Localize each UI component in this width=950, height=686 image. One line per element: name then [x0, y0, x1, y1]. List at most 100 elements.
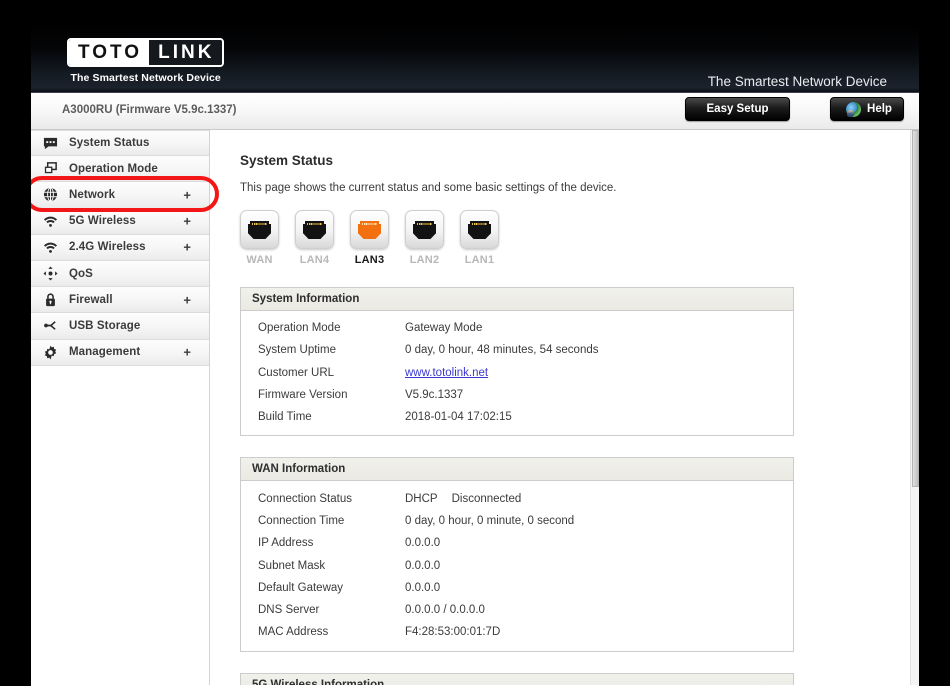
windows-icon	[43, 161, 58, 176]
expand-plus-icon[interactable]: +	[183, 293, 191, 306]
logo-text-link: LINK	[149, 40, 223, 65]
info-row-value: 0.0.0.0	[405, 537, 441, 550]
port-lan3: LAN3	[350, 210, 389, 266]
info-row-value: F4:28:53:00:01:7D	[405, 626, 501, 639]
expand-plus-icon[interactable]: +	[183, 188, 191, 201]
panel-title: WAN Information	[241, 458, 793, 482]
logo-tagline: The Smartest Network Device	[70, 72, 221, 84]
port-label: LAN2	[409, 254, 440, 266]
info-row: Customer URL www.totolink.net	[241, 362, 793, 384]
info-panel-list: System Information Operation Mode Gateway …	[240, 287, 919, 685]
totolink-logo[interactable]: TOTO LINK The Smartest Network Device	[67, 38, 225, 84]
expand-plus-icon[interactable]: +	[183, 346, 191, 359]
sidebar-item-firewall[interactable]: Firewall +	[31, 287, 209, 314]
easy-setup-label: Easy Setup	[706, 103, 769, 115]
easy-setup-button[interactable]: Easy Setup	[685, 97, 790, 121]
rj45-jack-graphic	[413, 220, 436, 239]
port-label: LAN3	[354, 254, 385, 266]
sidebar-item-label: QoS	[69, 267, 93, 280]
panel-5g-wireless-information: 5G Wireless Information	[240, 672, 794, 685]
info-row-value: 2018-01-04 17:02:15	[405, 411, 512, 424]
port-label: LAN4	[299, 254, 330, 266]
device-bar: A3000RU (Firmware V5.9c.1337) Easy Setup…	[31, 93, 919, 130]
main-content: System Status This page shows the curren…	[211, 130, 919, 685]
info-row-label: Customer URL	[258, 366, 335, 379]
gear-icon	[43, 345, 58, 360]
globe-icon	[43, 187, 58, 202]
sidebar-item-label: Network	[69, 188, 116, 201]
rj45-port-icon	[240, 210, 279, 249]
info-row-label: Connection Status	[258, 492, 352, 505]
panel-body: Operation Mode Gateway Mode System Uptime 0…	[241, 311, 793, 435]
port-wan: WAN	[240, 210, 279, 266]
info-row: Subnet Mask 0.0.0.0	[241, 554, 793, 576]
info-row-label: IP Address	[258, 537, 314, 550]
logo-text-toto: TOTO	[69, 40, 150, 65]
port-label: LAN1	[464, 254, 495, 266]
rj45-jack-graphic	[303, 220, 326, 239]
scrollbar-thumb[interactable]	[912, 130, 919, 487]
screenshot-root: TOTO LINK The Smartest Network Device Th…	[0, 0, 950, 686]
help-label: Help	[867, 103, 892, 115]
customer-url-link[interactable]: www.totolink.net	[405, 367, 488, 379]
page-body: System Status Operation Mode Network +5G Wi…	[31, 130, 919, 685]
info-row: IP Address 0.0.0.0	[241, 532, 793, 554]
port-lan2: LAN2	[405, 210, 444, 266]
four-arrows-icon	[43, 266, 58, 281]
sidebar-item-qos[interactable]: QoS	[31, 260, 209, 288]
info-row: DNS Server 0.0.0.0 / 0.0.0.0	[241, 599, 793, 621]
info-row-value: 0 day, 0 hour, 48 minutes, 54 seconds	[405, 344, 599, 357]
port-lan4: LAN4	[295, 210, 334, 266]
info-row-value: 0 day, 0 hour, 0 minute, 0 second	[405, 514, 575, 527]
port-status-group: WAN LAN4 LAN3 LAN2 LAN1	[240, 210, 919, 266]
rj45-port-icon	[405, 210, 444, 249]
sidebar-item-label: 2.4G Wireless	[69, 241, 146, 254]
sidebar-item-5g-wireless[interactable]: 5G Wireless +	[31, 208, 209, 235]
info-row: System Uptime 0 day, 0 hour, 48 minutes, …	[241, 339, 793, 361]
rj45-port-icon	[295, 210, 334, 249]
rj45-jack-graphic	[248, 220, 271, 239]
info-row: Build Time 2018-01-04 17:02:15	[241, 406, 793, 428]
brand-header: TOTO LINK The Smartest Network Device Th…	[31, 24, 919, 93]
help-icon	[846, 101, 862, 117]
connection-state: Disconnected	[451, 492, 522, 505]
info-row-label: Connection Time	[258, 514, 345, 527]
sidebar-item-operation-mode[interactable]: Operation Mode	[31, 156, 209, 183]
sidebar-item-network[interactable]: Network +	[31, 182, 209, 209]
rj45-jack-graphic	[468, 220, 491, 239]
panel-title: System Information	[241, 288, 793, 311]
info-row: Connection Status DHCP Disconnected	[241, 487, 793, 509]
page-description: This page shows the current status and s…	[240, 182, 617, 194]
info-row-label: Operation Mode	[258, 322, 341, 335]
port-label: WAN	[246, 254, 273, 266]
port-lan1: LAN1	[460, 210, 499, 266]
sidebar-item-2-4g-wireless[interactable]: 2.4G Wireless +	[31, 234, 209, 261]
router-admin-page: TOTO LINK The Smartest Network Device Th…	[31, 24, 919, 686]
page-title: System Status	[240, 153, 334, 168]
expand-plus-icon[interactable]: +	[183, 241, 191, 254]
info-row: MAC Address F4:28:53:00:01:7D	[241, 621, 793, 643]
rj45-port-icon	[350, 210, 389, 249]
panel-system-information: System Information Operation Mode Gateway …	[240, 287, 794, 437]
usb-branch-icon	[43, 318, 58, 333]
help-button[interactable]: Help	[830, 97, 904, 121]
info-row-label: Subnet Mask	[258, 559, 326, 572]
info-row-value: V5.9c.1337	[405, 389, 464, 402]
info-row-value[interactable]: www.totolink.net	[405, 367, 488, 379]
connection-type: DHCP	[405, 492, 438, 505]
info-row-value: DHCP Disconnected	[405, 493, 521, 505]
wifi-icon	[43, 214, 58, 229]
sidebar-item-system-status[interactable]: System Status	[31, 130, 209, 157]
rj45-jack-graphic	[358, 220, 381, 239]
sidebar-nav: System Status Operation Mode Network +5G Wi…	[31, 130, 219, 685]
content-scrollbar[interactable]	[910, 130, 919, 685]
sidebar-item-label: Firewall	[69, 293, 113, 306]
sidebar-item-management[interactable]: Management +	[31, 339, 209, 366]
header-tagline: The Smartest Network Device	[707, 74, 887, 89]
info-row-label: Default Gateway	[258, 581, 344, 594]
panel-wan-information: WAN Information Connection Status DHCP Disc…	[240, 457, 794, 652]
expand-plus-icon[interactable]: +	[183, 215, 191, 228]
sidebar-item-usb-storage[interactable]: USB Storage	[31, 313, 209, 340]
sidebar-item-label: Management	[69, 346, 141, 359]
panel-body: Connection Status DHCP Disconnected Connect…	[241, 481, 793, 650]
